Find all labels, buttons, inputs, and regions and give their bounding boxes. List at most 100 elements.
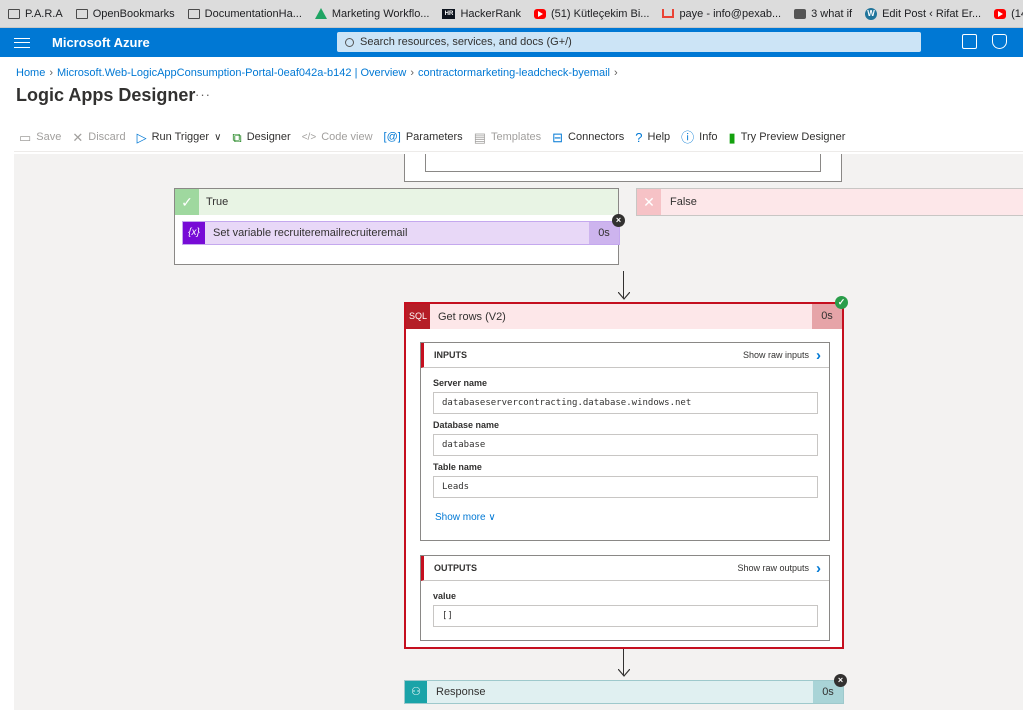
info-icon: ⓘ xyxy=(681,129,695,145)
arrow-down-icon xyxy=(618,292,630,300)
bookmarks-bar: P.A.R.A OpenBookmarks DocumentationHa...… xyxy=(0,0,1023,28)
skipped-status-icon: × xyxy=(612,214,625,227)
designer-canvas[interactable]: ✓ True {x} Set variable recruiteremailre… xyxy=(14,154,1023,710)
info-button[interactable]: ⓘ Info xyxy=(681,131,717,144)
directory-filter-icon[interactable] xyxy=(992,34,1007,49)
bookmark-wordpress[interactable]: W Edit Post ‹ Rifat Er... xyxy=(865,7,981,20)
bookmark-youtube-2[interactable]: (14) Spagettileştir... xyxy=(994,8,1023,20)
value-output: [] xyxy=(433,605,818,627)
gmail-icon xyxy=(662,9,675,18)
folder-icon xyxy=(8,8,20,19)
bookmark-youtube-1[interactable]: (51) Kütleçekim Bi... xyxy=(534,8,649,20)
inputs-title: INPUTS xyxy=(434,350,468,360)
parameters-button[interactable]: [@] Parameters xyxy=(384,131,463,144)
show-raw-inputs-link[interactable]: Show raw inputs › xyxy=(743,348,821,363)
folder-icon xyxy=(75,8,88,19)
sql-server-icon: SQL xyxy=(406,304,430,329)
folder-icon xyxy=(187,8,200,19)
get-rows-title: Get rows (V2) xyxy=(438,310,506,323)
true-branch[interactable]: ✓ True {x} Set variable recruiteremailre… xyxy=(174,188,620,265)
run-trigger-button[interactable]: ▷ Run Trigger ∨ xyxy=(137,131,222,144)
wiki-icon xyxy=(794,8,807,19)
bookmark-gmail[interactable]: paye - info@pexab... xyxy=(662,8,781,20)
code-icon: </> xyxy=(301,131,317,143)
close-icon: ✕ xyxy=(637,189,661,215)
outputs-panel: OUTPUTS Show raw outputs › value [] xyxy=(420,555,830,641)
bookmark-para[interactable]: P.A.R.A xyxy=(8,8,63,20)
chevron-right-icon: › xyxy=(410,67,415,79)
inputs-panel: INPUTS Show raw inputs › Server name data… xyxy=(420,342,830,541)
chevron-right-icon: › xyxy=(49,67,54,79)
true-branch-header[interactable]: ✓ True xyxy=(175,189,618,215)
help-button[interactable]: ? Help xyxy=(635,131,670,144)
set-variable-label: Set variable recruiteremailrecruiteremai… xyxy=(213,227,408,239)
flow-arrow-2 xyxy=(618,649,630,677)
set-variable-action[interactable]: {x} Set variable recruiteremailrecruiter… xyxy=(182,221,620,245)
breadcrumb: Home › Microsoft.Web-LogicAppConsumption-P… xyxy=(16,67,622,79)
code-view-button[interactable]: </> Code view xyxy=(302,131,373,144)
true-branch-label: True xyxy=(206,196,229,208)
designer-toolbar: ▭ Save ✕ Discard ▷ Run Trigger ∨ ⧉ Designer <… xyxy=(19,128,856,146)
check-icon: ✓ xyxy=(175,189,199,215)
templates-icon: ▤ xyxy=(473,129,486,145)
try-preview-designer-button[interactable]: ▮ Try Preview Designer xyxy=(729,131,846,144)
parameters-icon: [@] xyxy=(383,130,401,143)
false-branch-label: False xyxy=(670,196,697,208)
condition-card-bottom[interactable] xyxy=(404,154,842,182)
bookmark-documentation[interactable]: DocumentationHa... xyxy=(187,8,302,20)
value-label: value xyxy=(433,591,457,601)
connectors-button[interactable]: ⊟ Connectors xyxy=(552,131,624,144)
designer-button[interactable]: ⧉ Designer xyxy=(232,131,290,144)
chevron-right-icon: › xyxy=(816,346,821,364)
search-input[interactable]: Search resources, services, and docs (G+… xyxy=(337,32,921,52)
show-more-link[interactable]: Show more ∨ xyxy=(435,512,829,523)
search-icon xyxy=(345,37,354,47)
flow-arrow-1 xyxy=(618,271,630,300)
response-action[interactable]: ⚇ Response 0s xyxy=(404,680,844,704)
cloud-shell-icon[interactable] xyxy=(962,34,977,49)
google-drive-icon xyxy=(314,8,327,19)
bookmark-hackerrank[interactable]: HR HackerRank xyxy=(442,8,521,20)
bookmark-flag-icon: ▮ xyxy=(728,129,736,145)
save-button[interactable]: ▭ Save xyxy=(19,131,61,144)
get-rows-action[interactable]: SQL Get rows (V2) 0s INPUTS Show raw inp… xyxy=(404,302,844,649)
table-name-value: Leads xyxy=(433,476,818,498)
show-raw-outputs-link[interactable]: Show raw outputs › xyxy=(737,561,821,576)
false-branch[interactable]: ✕ False xyxy=(636,188,1023,216)
breadcrumb-resource-group[interactable]: Microsoft.Web-LogicAppConsumption-Portal… xyxy=(57,67,406,79)
bookmark-openbookmarks[interactable]: OpenBookmarks xyxy=(75,8,175,20)
table-name-label: Table name xyxy=(433,462,482,472)
condition-expression-box xyxy=(425,154,821,172)
more-options-icon[interactable]: ··· xyxy=(195,87,211,102)
chevron-right-icon: › xyxy=(613,67,618,79)
bookmark-marketing-workflow[interactable]: Marketing Workflo... xyxy=(314,8,429,20)
close-icon: ✕ xyxy=(72,129,84,145)
variable-icon: {x} xyxy=(183,222,205,244)
youtube-icon xyxy=(994,8,1007,19)
templates-button[interactable]: ▤ Templates xyxy=(474,131,541,144)
save-icon: ▭ xyxy=(19,129,32,145)
outputs-title: OUTPUTS xyxy=(434,563,478,573)
response-icon: ⚇ xyxy=(405,681,427,703)
menu-icon[interactable] xyxy=(14,37,30,48)
server-name-value: databaseservercontracting.database.windo… xyxy=(433,392,818,414)
discard-button[interactable]: ✕ Discard xyxy=(72,131,125,144)
response-title: Response xyxy=(436,686,486,698)
inputs-header: INPUTS Show raw inputs › xyxy=(421,343,829,368)
search-placeholder: Search resources, services, and docs (G+… xyxy=(360,36,572,48)
skipped-status-icon: × xyxy=(834,674,847,687)
succeeded-status-icon: ✓ xyxy=(835,296,848,309)
bookmark-what-if[interactable]: 3 what if xyxy=(794,8,852,20)
youtube-icon xyxy=(534,8,547,19)
azure-top-bar: Microsoft Azure Search resources, servic… xyxy=(0,28,1023,57)
server-name-label: Server name xyxy=(433,378,488,388)
page-title: Logic Apps Designer xyxy=(16,85,196,105)
breadcrumb-home[interactable]: Home xyxy=(16,67,45,79)
database-name-label: Database name xyxy=(433,420,500,430)
brand-title[interactable]: Microsoft Azure xyxy=(52,35,150,50)
database-name-value: database xyxy=(433,434,818,456)
breadcrumb-logic-app[interactable]: contractormarketing-leadcheck-byemail xyxy=(418,67,610,79)
chevron-right-icon: › xyxy=(816,559,821,577)
get-rows-header[interactable]: SQL Get rows (V2) 0s xyxy=(406,304,842,329)
chevron-down-icon: ∨ xyxy=(214,131,222,143)
